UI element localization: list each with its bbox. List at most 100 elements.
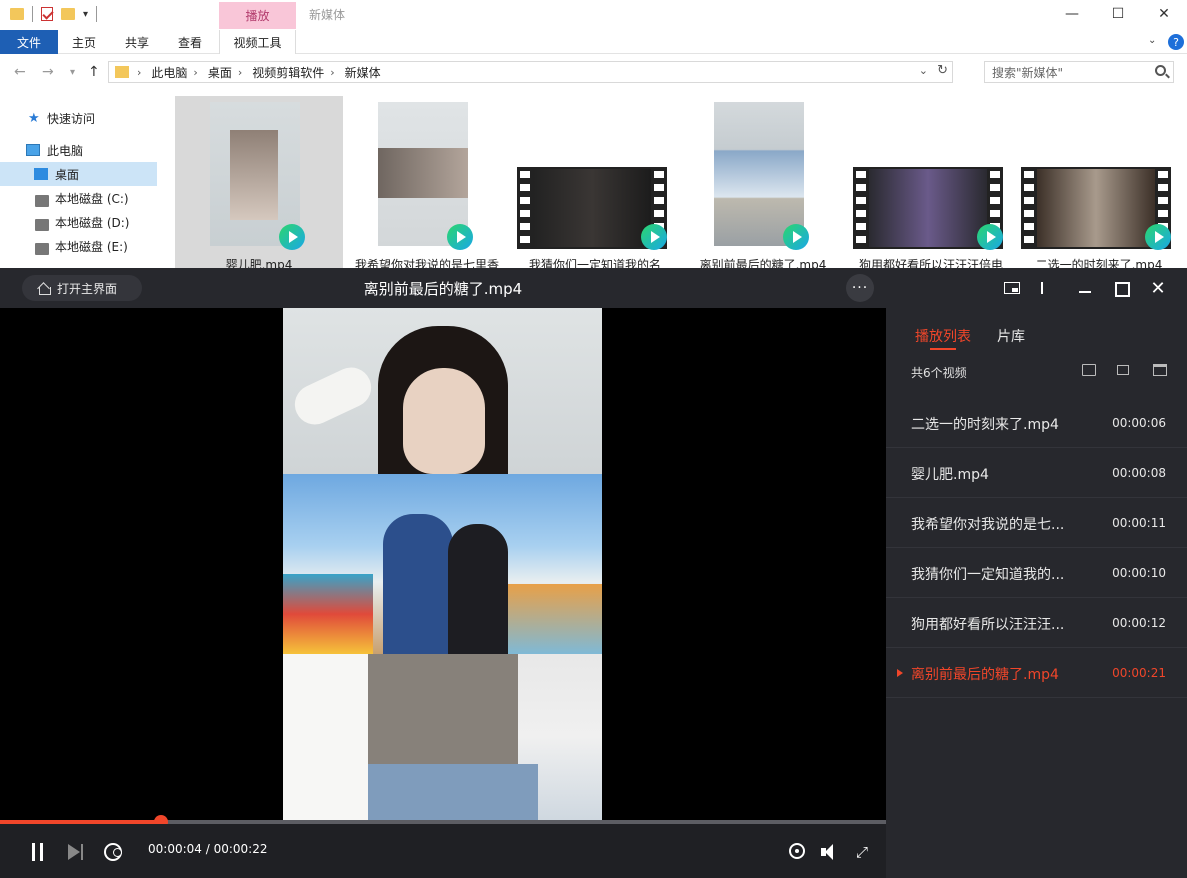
chevron-right-icon[interactable]: › xyxy=(238,66,242,79)
mini-mode-icon[interactable] xyxy=(1002,278,1022,298)
open-folder-icon[interactable] xyxy=(1082,364,1096,376)
minimize-icon[interactable] xyxy=(1075,278,1095,298)
next-icon[interactable] xyxy=(65,841,87,863)
breadcrumb-desktop[interactable]: 桌面 xyxy=(208,64,232,81)
close-icon[interactable]: ✕ xyxy=(1153,4,1175,24)
playlist-item-duration: 00:00:11 xyxy=(1112,516,1166,530)
navigation-pane: ★ 快速访问 此电脑 桌面 本地磁盘 (C:) 本地磁盘 (D:) 本地磁盘 (… xyxy=(0,96,160,268)
playlist-item[interactable]: 狗用都好看所以汪汪汪... 00:00:12 xyxy=(886,598,1187,648)
fullscreen-icon[interactable]: ⤢ xyxy=(851,841,873,863)
minimize-icon[interactable]: — xyxy=(1061,4,1083,24)
tab-library[interactable]: 片库 xyxy=(997,326,1025,346)
player-header: 打开主界面 离别前最后的糖了.mp4 ··· ✕ xyxy=(0,268,1187,308)
new-folder-icon[interactable] xyxy=(61,8,75,20)
tab-playlist[interactable]: 播放列表 xyxy=(915,326,971,346)
maximize-icon[interactable] xyxy=(1111,278,1131,298)
tab-share[interactable]: 共享 xyxy=(112,30,162,54)
file-tile[interactable]: 狗用都好看所以汪汪汪倍电 xyxy=(847,96,1015,268)
loop-icon[interactable] xyxy=(104,843,122,861)
quick-access-toolbar: ▾ xyxy=(10,6,98,22)
nav-item-drive-e[interactable]: 本地磁盘 (E:) xyxy=(0,234,157,258)
nav-item-this-pc[interactable]: 此电脑 xyxy=(0,138,157,162)
breadcrumb-video-software[interactable]: 视频剪辑软件 xyxy=(252,64,324,81)
folder-icon[interactable] xyxy=(10,8,24,20)
playlist-item[interactable]: 婴儿肥.mp4 00:00:08 xyxy=(886,448,1187,498)
video-player-badge-icon xyxy=(783,224,809,250)
breadcrumb-new-media[interactable]: 新媒体 xyxy=(345,64,381,81)
address-row: ← → ▾ ↑ › 此电脑 › 桌面 › 视频剪辑软件 › 新媒体 ⌄ ↻ 搜索… xyxy=(0,58,1187,88)
file-name: 我猜你们一定知道我的名 xyxy=(528,258,661,268)
file-name: 狗用都好看所以汪汪汪倍电 xyxy=(858,258,1003,268)
tab-home[interactable]: 主页 xyxy=(58,30,110,54)
tab-video-tools[interactable]: 视频工具 xyxy=(219,30,296,54)
tab-file[interactable]: 文件 xyxy=(0,30,58,54)
file-tile[interactable]: 婴儿肥.mp4 xyxy=(175,96,343,268)
ribbon-tabs: 文件 主页 共享 查看 视频工具 ⌄ ? xyxy=(0,30,1187,54)
customize-dropdown-icon[interactable]: ▾ xyxy=(83,9,88,20)
close-icon[interactable]: ✕ xyxy=(1148,278,1168,299)
playback-controls: 00:00:04 / 00:00:22 ⤢ xyxy=(0,824,886,878)
playlist-item[interactable]: 我希望你对我说的是七... 00:00:11 xyxy=(886,498,1187,548)
up-icon[interactable]: ↑ xyxy=(88,64,100,80)
gear-icon[interactable] xyxy=(789,843,805,859)
maximize-icon[interactable]: ☐ xyxy=(1107,4,1129,24)
forward-icon[interactable]: → xyxy=(42,64,54,80)
drive-icon xyxy=(35,219,49,231)
pause-icon[interactable] xyxy=(27,841,49,863)
file-tile[interactable]: 二选一的时刻来了.mp4 xyxy=(1015,96,1183,268)
help-icon[interactable]: ? xyxy=(1168,34,1184,50)
recent-dropdown-icon[interactable]: ▾ xyxy=(70,67,75,78)
file-tile[interactable]: 我猜你们一定知道我的名 xyxy=(511,96,679,268)
address-dropdown-icon[interactable]: ⌄ xyxy=(919,64,928,77)
window-title: 新媒体 xyxy=(309,8,346,22)
more-icon[interactable]: ··· xyxy=(846,274,874,302)
toolbar-divider xyxy=(96,6,98,22)
properties-icon[interactable] xyxy=(41,7,53,21)
nav-item-drive-c[interactable]: 本地磁盘 (C:) xyxy=(0,186,157,210)
nav-item-label: 此电脑 xyxy=(47,143,84,158)
trash-icon[interactable] xyxy=(1153,364,1167,376)
refresh-icon[interactable]: ↻ xyxy=(937,63,948,78)
back-icon[interactable]: ← xyxy=(14,64,26,80)
file-name: 婴儿肥.mp4 xyxy=(225,258,293,268)
search-icon[interactable] xyxy=(1155,65,1166,76)
folder-icon xyxy=(115,66,129,78)
address-bar[interactable]: › 此电脑 › 桌面 › 视频剪辑软件 › 新媒体 ⌄ ↻ xyxy=(108,61,953,83)
chevron-right-icon[interactable]: › xyxy=(193,66,197,79)
desktop-icon xyxy=(34,168,48,180)
playlist-item[interactable]: 二选一的时刻来了.mp4 00:00:06 xyxy=(886,398,1187,448)
file-name: 离别前最后的糖了.mp4 xyxy=(699,258,827,268)
chevron-right-icon[interactable]: › xyxy=(137,66,141,79)
video-player-badge-icon xyxy=(1145,224,1171,250)
breadcrumb-this-pc[interactable]: 此电脑 xyxy=(151,64,187,81)
video-canvas[interactable] xyxy=(0,308,886,820)
volume-icon[interactable] xyxy=(819,841,841,863)
video-player-window: 打开主界面 离别前最后的糖了.mp4 ··· ✕ 00:00:04 / 00:0… xyxy=(0,268,1187,878)
search-input[interactable]: 搜索"新媒体" xyxy=(984,61,1174,83)
nav-item-quick-access[interactable]: ★ 快速访问 xyxy=(0,106,157,130)
playlist-item-name: 我希望你对我说的是七... xyxy=(911,517,1065,533)
playlist-item-duration: 00:00:08 xyxy=(1112,466,1166,480)
video-player-badge-icon xyxy=(279,224,305,250)
file-tile[interactable]: 离别前最后的糖了.mp4 xyxy=(679,96,847,268)
video-panel-middle xyxy=(283,474,602,654)
nav-item-desktop[interactable]: 桌面 xyxy=(0,162,157,186)
add-to-playlist-icon[interactable] xyxy=(1117,364,1131,376)
tab-view[interactable]: 查看 xyxy=(164,30,216,54)
time-display: 00:00:04 / 00:00:22 xyxy=(148,842,268,856)
search-placeholder: 搜索"新媒体" xyxy=(992,65,1064,80)
playlist-item[interactable]: 我猜你们一定知道我的... 00:00:10 xyxy=(886,548,1187,598)
chevron-right-icon[interactable]: › xyxy=(330,66,334,79)
playlist-item-name: 二选一的时刻来了.mp4 xyxy=(911,417,1059,433)
video-panel-bottom xyxy=(283,654,602,820)
file-tile[interactable]: 我希望你对我说的是七里香 xyxy=(343,96,511,268)
video-player-badge-icon xyxy=(641,224,667,250)
ribbon-expand-icon[interactable]: ⌄ xyxy=(1148,35,1156,46)
video-frame xyxy=(283,308,602,820)
now-playing-icon xyxy=(897,669,903,677)
video-panel-top xyxy=(283,308,602,476)
playlist-item-current[interactable]: 离别前最后的糖了.mp4 00:00:21 xyxy=(886,648,1187,698)
nav-item-drive-d[interactable]: 本地磁盘 (D:) xyxy=(0,210,157,234)
pin-on-top-icon[interactable] xyxy=(1038,278,1058,298)
drive-icon xyxy=(35,195,49,207)
